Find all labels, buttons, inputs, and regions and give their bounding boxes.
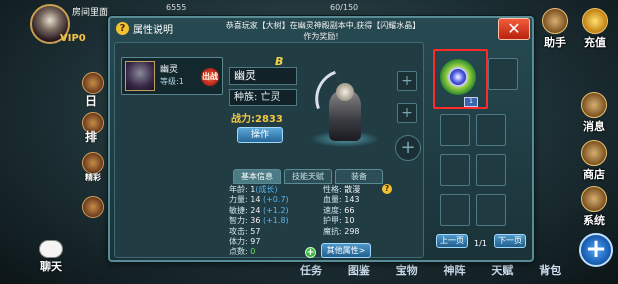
hero-rank: B bbox=[275, 55, 284, 68]
daily-icon[interactable] bbox=[82, 72, 104, 94]
message-icon bbox=[581, 92, 607, 118]
message-label: 消息 bbox=[583, 120, 605, 133]
tab-skills[interactable]: 技能天赋 bbox=[284, 169, 332, 184]
vip-badge[interactable]: VIP0 bbox=[60, 33, 86, 44]
chat-label: 聊天 bbox=[40, 260, 62, 273]
system-button[interactable]: 系统 bbox=[574, 186, 614, 228]
inventory-slot[interactable] bbox=[476, 114, 506, 146]
stat-intellect: 智力: 36 (+1.8) bbox=[229, 216, 289, 226]
hero-detail-panel: ? 属性说明 恭喜玩家【大树】在幽灵神殿副本中,获得【闪耀水晶】作为奖励! ✕ … bbox=[108, 16, 534, 262]
events-icon[interactable] bbox=[82, 152, 104, 174]
hero-race: 种族: 亡灵 bbox=[229, 89, 297, 106]
help-icon[interactable]: ? bbox=[116, 22, 129, 35]
welfare-icon[interactable] bbox=[82, 196, 104, 218]
assistant-label: 助手 bbox=[544, 36, 566, 49]
stat-speed: 速度: 66 bbox=[323, 205, 355, 215]
prev-page-button[interactable]: 上一页 bbox=[436, 234, 468, 248]
hero-card-name: 幽灵 bbox=[160, 65, 179, 75]
recharge-icon bbox=[582, 8, 608, 34]
skull-icon bbox=[336, 83, 354, 101]
hero-thumbnail bbox=[125, 61, 155, 91]
panel-title-text: 属性说明 bbox=[133, 25, 173, 36]
stat-strength: 力量: 14 (+0.7) bbox=[229, 195, 289, 205]
shop-button[interactable]: 商店 bbox=[574, 140, 614, 182]
shop-icon bbox=[581, 140, 607, 166]
hero-card-level: 等级:1 bbox=[160, 77, 184, 86]
stat-armor: 护甲: 10 bbox=[323, 216, 355, 226]
equip-slot-add[interactable]: + bbox=[397, 103, 417, 123]
inventory-slot[interactable] bbox=[440, 114, 470, 146]
rank-label[interactable]: 排 bbox=[85, 128, 97, 145]
daily-label[interactable]: 日 bbox=[85, 92, 97, 109]
tab-basic-info[interactable]: 基本信息 bbox=[233, 169, 281, 184]
hero-list-item[interactable]: 幽灵 等级:1 出战 bbox=[121, 57, 223, 95]
recharge-button[interactable]: 充值 bbox=[575, 8, 615, 50]
hero-info-area: 幽灵 等级:1 出战 幽灵 B 种族: 亡灵 战力:2833 操作 + + + … bbox=[114, 42, 424, 258]
equip-slot-add[interactable]: + bbox=[397, 71, 417, 91]
events-label[interactable]: 精彩 bbox=[85, 172, 101, 183]
bottom-menu-item[interactable]: 天赋 bbox=[491, 264, 513, 277]
expand-menu-button[interactable]: + bbox=[579, 233, 613, 267]
info-tabs: 基本信息 技能天赋 装备 bbox=[233, 169, 383, 184]
stat-attack: 攻击: 57 bbox=[229, 226, 261, 236]
inventory-slot[interactable] bbox=[488, 58, 518, 90]
message-button[interactable]: 消息 bbox=[574, 92, 614, 134]
stats-left-column: 年龄: 1(成长) 力量: 14 (+0.7) 敏捷: 24 (+1.2) 智力… bbox=[229, 185, 289, 258]
close-button[interactable]: ✕ bbox=[498, 18, 530, 40]
broadcast-notice: 恭喜玩家【大树】在幽灵神殿副本中,获得【闪耀水晶】作为奖励! bbox=[225, 21, 417, 41]
inventory-slot[interactable] bbox=[476, 154, 506, 186]
inventory-slot[interactable] bbox=[440, 194, 470, 226]
system-icon bbox=[581, 186, 607, 212]
personality-help-icon[interactable]: ? bbox=[382, 184, 392, 194]
chat-button[interactable]: 聊天 bbox=[34, 240, 68, 274]
add-points-button[interactable]: + bbox=[305, 247, 316, 258]
hero-power: 战力:2833 bbox=[231, 114, 283, 125]
other-attributes-button[interactable]: 其他属性> bbox=[321, 243, 371, 258]
assistant-icon bbox=[542, 8, 568, 34]
hero-portrait bbox=[303, 70, 387, 151]
shop-label: 商店 bbox=[583, 168, 605, 181]
stat-points: 点数: 0 bbox=[229, 247, 256, 257]
skill-slot-add[interactable]: + bbox=[395, 135, 421, 161]
chat-bubble-icon bbox=[39, 240, 63, 258]
deployed-seal: 出战 bbox=[201, 68, 219, 86]
stat-magic-resist: 魔抗: 298 bbox=[323, 226, 360, 236]
bottom-menu-item[interactable]: 宝物 bbox=[396, 264, 418, 277]
stat-age: 年龄: 1(成长) bbox=[229, 185, 278, 194]
hero-name: 幽灵 bbox=[229, 67, 297, 85]
bottom-menu-item[interactable]: 神阵 bbox=[444, 264, 466, 277]
stats-right-column: 性格: 散漫 血量: 143 速度: 66 护甲: 10 魔抗: 298 bbox=[323, 185, 360, 237]
bottom-menu-item[interactable]: 背包 bbox=[539, 264, 561, 277]
next-page-button[interactable]: 下一页 bbox=[494, 234, 526, 248]
stamina-count: 60/150 bbox=[330, 3, 359, 12]
recharge-label: 充值 bbox=[584, 36, 606, 49]
bottom-menu-item[interactable]: 任务 bbox=[300, 264, 322, 277]
item-highlight-box bbox=[433, 49, 488, 109]
bottom-menu-item[interactable]: 图鉴 bbox=[348, 264, 370, 277]
system-label: 系统 bbox=[583, 214, 605, 227]
assistant-button[interactable]: 助手 bbox=[535, 8, 575, 50]
inventory-slot[interactable] bbox=[476, 194, 506, 226]
gold-count: 6555 bbox=[166, 3, 187, 12]
inventory-slot[interactable] bbox=[440, 154, 470, 186]
bottom-menu: 任务 图鉴 宝物 神阵 天赋 背包 bbox=[300, 262, 583, 278]
hero-action-button[interactable]: 操作 bbox=[237, 127, 283, 143]
tab-equipment[interactable]: 装备 bbox=[335, 169, 383, 184]
stat-personality: 性格: 散漫 bbox=[323, 185, 361, 194]
page-indicator: 1/1 bbox=[474, 239, 487, 248]
stat-agility: 敏捷: 24 (+1.2) bbox=[229, 205, 289, 215]
player-name: 房间里面 bbox=[72, 8, 109, 18]
stat-stamina: 体力: 97 bbox=[229, 237, 261, 247]
stat-hp: 血量: 143 bbox=[323, 195, 360, 205]
panel-title[interactable]: ? 属性说明 bbox=[116, 21, 173, 36]
